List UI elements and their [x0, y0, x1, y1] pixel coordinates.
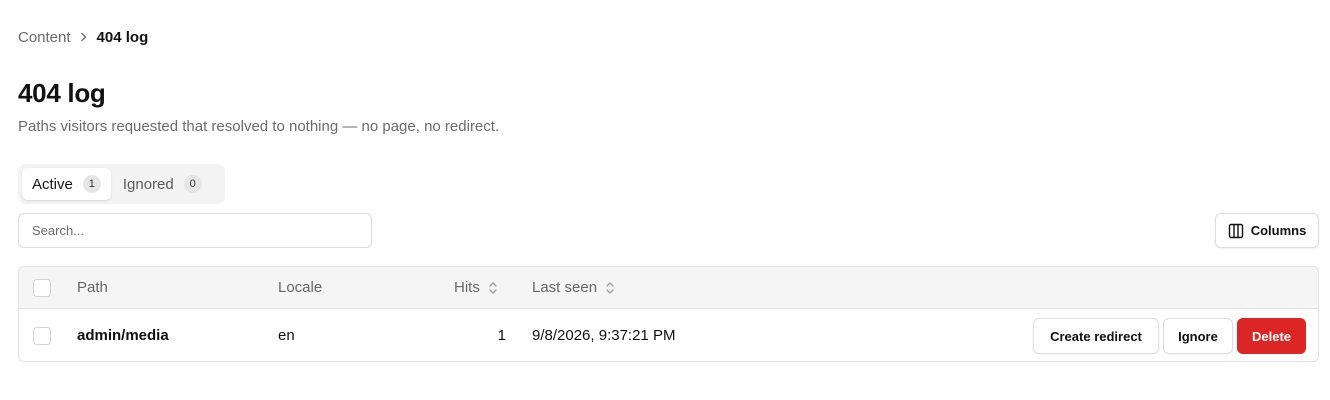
column-header-hits[interactable]: Hits [454, 267, 498, 308]
table-header: Path Locale Hits Last seen [19, 267, 1318, 309]
columns-button[interactable]: Columns [1215, 213, 1319, 248]
column-header-locale: Locale [278, 279, 323, 296]
tab-active[interactable]: Active 1 [22, 168, 111, 200]
breadcrumb-current: 404 log [96, 28, 149, 46]
tab-active-count-badge: 1 [82, 175, 101, 193]
page-title: 404 log [18, 78, 106, 108]
column-header-last-seen-label: Last seen [532, 279, 598, 296]
column-header-hits-label: Hits [454, 279, 480, 296]
not-found-log-table: Path Locale Hits Last seen admin/media e… [18, 266, 1319, 362]
path-cell: admin/media [77, 327, 169, 344]
column-header-path: Path [77, 279, 108, 296]
tab-ignored-label: Ignored [122, 175, 174, 193]
select-all-checkbox[interactable] [33, 278, 51, 297]
tab-ignored[interactable]: Ignored 0 [113, 168, 212, 200]
create-redirect-button[interactable]: Create redirect [1033, 318, 1159, 354]
columns-button-label: Columns [1250, 223, 1307, 238]
select-all-cell [33, 267, 51, 308]
delete-button[interactable]: Delete [1237, 318, 1306, 354]
tab-ignored-count-badge: 0 [183, 175, 202, 193]
page-description: Paths visitors requested that resolved t… [18, 118, 500, 135]
breadcrumb-content-link[interactable]: Content [18, 29, 71, 46]
tab-active-label: Active [32, 175, 73, 193]
column-header-last-seen[interactable]: Last seen [532, 267, 615, 308]
sort-icon [605, 281, 615, 295]
breadcrumb: Content 404 log [18, 28, 148, 46]
ignore-button[interactable]: Ignore [1163, 318, 1233, 354]
status-tabs: Active 1 Ignored 0 [18, 164, 225, 204]
hits-cell: 1 [497, 327, 506, 344]
row-select-checkbox[interactable] [33, 326, 51, 345]
last-seen-cell: 9/8/2026, 9:37:21 PM [532, 327, 676, 344]
table-row: admin/media en 1 9/8/2026, 9:37:21 PM Cr… [19, 309, 1318, 361]
row-select-cell [33, 309, 51, 361]
sort-icon [488, 281, 498, 295]
columns-icon [1228, 223, 1244, 239]
chevron-right-icon [71, 28, 97, 46]
search-input[interactable] [18, 213, 372, 248]
locale-cell: en [278, 327, 295, 344]
